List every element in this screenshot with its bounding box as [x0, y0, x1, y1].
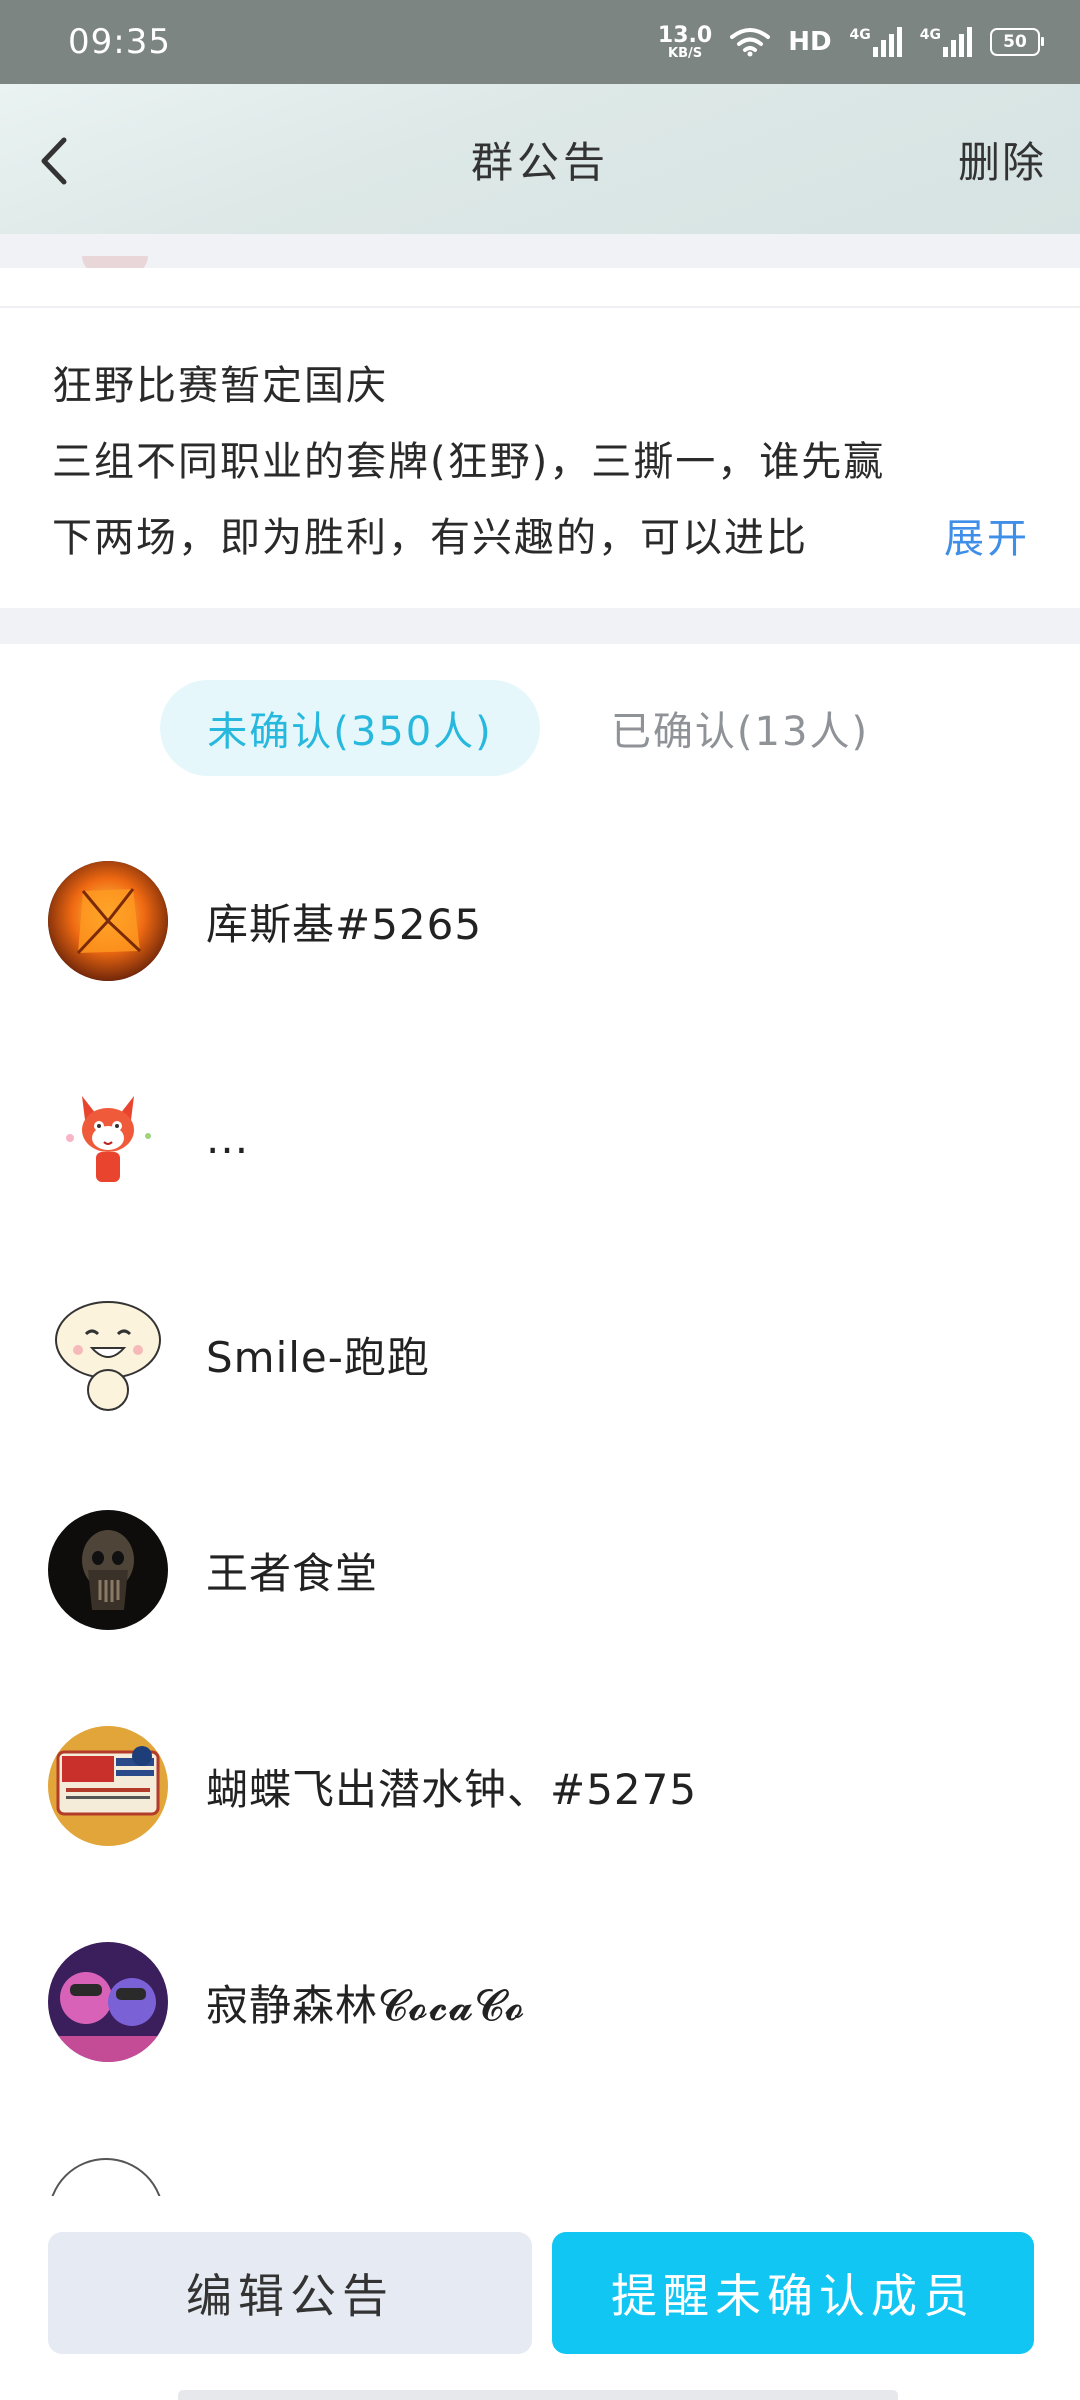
member-name: Smile-跑跑: [206, 1332, 430, 1382]
section-divider: [0, 608, 1080, 644]
avatar-partial: [48, 2158, 168, 2196]
signal-1-label: 4G: [849, 27, 871, 43]
avatar: [48, 1726, 168, 1846]
member-name: 王者食堂: [206, 1548, 379, 1598]
signal-bars-icon: [943, 27, 972, 57]
lantern-avatar-image: [48, 861, 168, 981]
title-bar: 群公告 删除: [0, 84, 1080, 234]
avatar: [48, 1294, 168, 1414]
member-name: 库斯基#5265: [206, 899, 483, 949]
member-name: 蝴蝶飞出潜水钟、#5275: [206, 1764, 698, 1814]
announcement-line: 狂野比赛暂定国庆: [52, 363, 388, 409]
remind-unconfirmed-button[interactable]: 提醒未确认成员: [552, 2232, 1034, 2354]
cat-avatar-image: [48, 1294, 168, 1414]
member-row[interactable]: 库斯基#5265: [0, 856, 1080, 986]
hd-label: HD: [788, 27, 832, 57]
tab-confirmed[interactable]: 已确认(13人): [560, 680, 920, 776]
edit-announcement-button[interactable]: 编辑公告: [48, 2232, 532, 2354]
status-time: 09:35: [68, 22, 171, 62]
page-title: 群公告: [470, 138, 609, 187]
member-row[interactable]: 王者食堂: [0, 1505, 1080, 1635]
signal-4g-2: 4G: [920, 27, 972, 57]
home-indicator[interactable]: [178, 2390, 898, 2400]
member-row[interactable]: Smile-跑跑: [0, 1289, 1080, 1419]
status-icons: 13.0 KB/S HD 4G 4G 50: [657, 22, 1044, 61]
net-speed-unit: KB/S: [668, 45, 703, 61]
divider: [0, 306, 1080, 308]
announcement-line: 三组不同职业的套牌(狂野)，三撕一，谁先赢: [52, 439, 886, 485]
member-row[interactable]: 寂静森林𝓒𝓸𝓬𝓪𝓒𝓸: [0, 1937, 1080, 2067]
signal-bars-icon: [872, 27, 902, 57]
signal-4g-1: 4G: [850, 27, 902, 57]
member-row[interactable]: 蝴蝶飞出潜水钟、#5275: [0, 1721, 1080, 1851]
net-speed: 13.0 KB/S: [657, 22, 713, 61]
party-avatar-image: [48, 1942, 168, 2062]
battery-level: 50: [1003, 32, 1027, 52]
battery-icon: 50: [990, 28, 1044, 56]
skull-avatar-image: [48, 1510, 168, 1630]
avatar: [48, 861, 168, 981]
section-divider: [0, 234, 1080, 268]
expand-link[interactable]: 展开: [884, 506, 1030, 564]
coffee-logo-avatar-image: [48, 1726, 168, 1846]
announcement-card: 狂野比赛暂定国庆 三组不同职业的套牌(狂野)，三撕一，谁先赢 下两场，即为胜利，…: [0, 268, 1080, 608]
member-name: 寂静森林𝓒𝓸𝓬𝓪𝓒𝓸: [206, 1980, 526, 2030]
member-row[interactable]: ...: [0, 1073, 1080, 1203]
delete-button[interactable]: 删除: [958, 129, 1046, 190]
status-bar: 09:35 13.0 KB/S HD 4G 4G 50: [0, 0, 1080, 84]
avatar: [48, 1510, 168, 1630]
net-speed-value: 13.0: [657, 22, 713, 48]
member-name: ...: [206, 1113, 250, 1163]
fox-avatar-image: [48, 1078, 168, 1198]
wifi-icon: [730, 28, 771, 57]
avatar: [48, 1078, 168, 1198]
signal-2-label: 4G: [919, 27, 941, 43]
tab-unconfirmed[interactable]: 未确认(350人): [160, 680, 540, 776]
avatar: [48, 1942, 168, 2062]
